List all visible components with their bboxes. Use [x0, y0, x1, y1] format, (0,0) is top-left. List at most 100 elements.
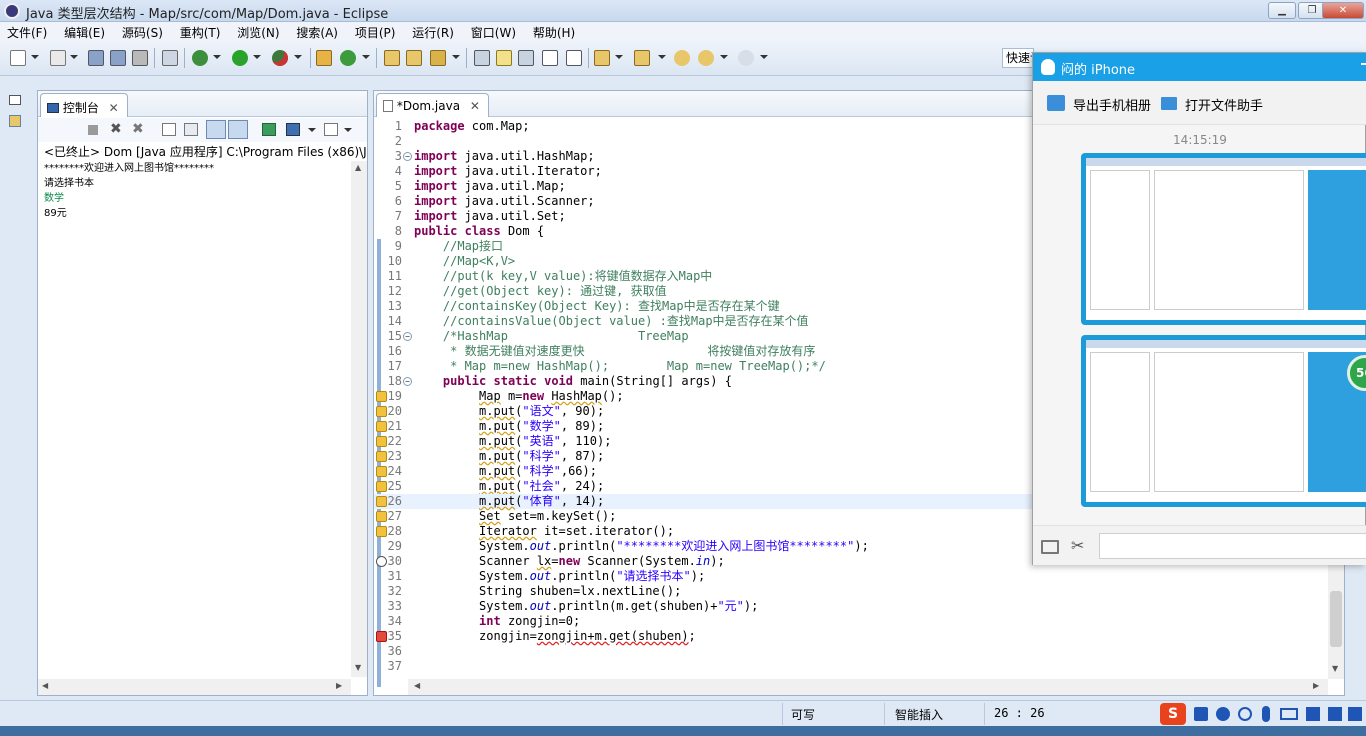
- paragraph-icon[interactable]: [566, 50, 582, 66]
- minimize-button[interactable]: ▁: [1268, 2, 1296, 19]
- restore-icon[interactable]: [9, 95, 21, 105]
- ime-keyboard-icon[interactable]: [1280, 708, 1298, 720]
- terminate-icon[interactable]: [88, 125, 98, 135]
- skip-breakpoints-icon[interactable]: [162, 50, 178, 66]
- remove-all-icon[interactable]: ✖: [132, 121, 144, 137]
- minimize-icon[interactable]: [1361, 63, 1366, 65]
- tab-console[interactable]: 控制台 ✕: [40, 93, 128, 117]
- last-edit-icon[interactable]: [674, 50, 690, 66]
- menu-window[interactable]: 窗口(W): [464, 22, 522, 41]
- open-console-icon[interactable]: [324, 123, 338, 136]
- quick-access-input[interactable]: 快速访问: [1002, 48, 1034, 68]
- console-horizontal-scrollbar[interactable]: ◀ ▶: [38, 679, 351, 695]
- scissors-icon[interactable]: ✂: [1071, 536, 1084, 555]
- scroll-thumb[interactable]: [1330, 591, 1342, 647]
- tab-dom-java[interactable]: *Dom.java ✕: [376, 93, 489, 117]
- scroll-right-icon[interactable]: ▶: [1313, 681, 1319, 690]
- scroll-right-icon[interactable]: ▶: [336, 681, 342, 690]
- pin-console-icon[interactable]: [262, 123, 276, 136]
- menu-help[interactable]: 帮助(H): [526, 22, 581, 41]
- forward-icon[interactable]: [738, 50, 754, 66]
- run-icon[interactable]: [232, 50, 248, 66]
- dropdown-arrow-icon[interactable]: [213, 55, 221, 59]
- code-line[interactable]: 37: [374, 659, 1328, 674]
- show-on-stderr-icon[interactable]: [228, 120, 248, 139]
- dropdown-arrow-icon[interactable]: [760, 55, 768, 59]
- ime-skin-icon[interactable]: [1306, 707, 1320, 721]
- open-file-assistant-button[interactable]: 打开文件助手: [1185, 95, 1263, 114]
- open-folder-icon[interactable]: [406, 50, 422, 66]
- hierarchy-icon[interactable]: [9, 115, 21, 127]
- code-line[interactable]: 34 int zongjin=0;: [374, 614, 1328, 629]
- show-whitespace-icon[interactable]: [542, 50, 558, 66]
- dropdown-arrow-icon[interactable]: [720, 55, 728, 59]
- code-line[interactable]: 32 String shuben=lx.nextLine();: [374, 584, 1328, 599]
- clear-console-icon[interactable]: [162, 123, 176, 136]
- editor-horizontal-scrollbar[interactable]: ◀ ▶: [408, 679, 1328, 695]
- fold-toggle-icon[interactable]: −: [403, 377, 412, 386]
- dropdown-arrow-icon[interactable]: [658, 55, 666, 59]
- toggle-mark-occurrences-icon[interactable]: [474, 50, 490, 66]
- code-line[interactable]: 35 zongjin=zongjin+m.get(shuben);: [374, 629, 1328, 644]
- save-icon[interactable]: [88, 50, 104, 66]
- menu-source[interactable]: 源码(S): [115, 22, 169, 41]
- code-line[interactable]: 31 System.out.println("请选择书本");: [374, 569, 1328, 584]
- dropdown-arrow-icon[interactable]: [308, 128, 316, 132]
- debug-icon[interactable]: [192, 50, 208, 66]
- dropdown-arrow-icon[interactable]: [362, 55, 370, 59]
- fold-toggle-icon[interactable]: −: [403, 152, 412, 161]
- ime-emoji-icon[interactable]: [1238, 707, 1252, 721]
- ime-chinese-mode-icon[interactable]: [1194, 707, 1208, 721]
- close-icon[interactable]: ✕: [470, 99, 480, 113]
- new-java-project-icon[interactable]: [316, 50, 332, 66]
- screenshot-message-2[interactable]: [1081, 335, 1366, 507]
- ime-menu-icon[interactable]: [1348, 707, 1362, 721]
- photo-album-icon[interactable]: [1047, 95, 1065, 111]
- search-icon[interactable]: [430, 50, 446, 66]
- ime-voice-icon[interactable]: [1262, 706, 1270, 722]
- display-console-icon[interactable]: [286, 123, 300, 136]
- dropdown-arrow-icon[interactable]: [615, 55, 623, 59]
- menu-navigate[interactable]: 浏览(N): [230, 22, 285, 41]
- menu-edit[interactable]: 编辑(E): [57, 22, 111, 41]
- open-type-icon[interactable]: [384, 50, 400, 66]
- dropdown-arrow-icon[interactable]: [294, 55, 302, 59]
- dropdown-arrow-icon[interactable]: [31, 55, 39, 59]
- screenshot-message-1[interactable]: [1081, 153, 1366, 325]
- close-button[interactable]: ✕: [1322, 2, 1364, 19]
- folder-icon[interactable]: [1161, 97, 1177, 110]
- sogou-ime-icon[interactable]: S: [1160, 703, 1186, 725]
- run-external-icon[interactable]: [272, 50, 288, 66]
- back-icon[interactable]: [698, 50, 714, 66]
- new-package-icon[interactable]: [50, 50, 66, 66]
- new-class-icon[interactable]: [340, 50, 356, 66]
- previous-annotation-icon[interactable]: [634, 50, 650, 66]
- dropdown-arrow-icon[interactable]: [70, 55, 78, 59]
- show-on-stdout-icon[interactable]: [206, 120, 226, 139]
- menu-refactor[interactable]: 重构(T): [173, 22, 227, 41]
- dropdown-arrow-icon[interactable]: [344, 128, 352, 132]
- close-icon[interactable]: ✕: [109, 101, 119, 115]
- code-line[interactable]: 33 System.out.println(m.get(shuben)+"元")…: [374, 599, 1328, 614]
- next-annotation-icon[interactable]: [594, 50, 610, 66]
- ime-punctuation-icon[interactable]: [1216, 707, 1230, 721]
- menu-search[interactable]: 搜索(A): [289, 22, 344, 41]
- scroll-down-icon[interactable]: ▼: [355, 663, 361, 672]
- ime-toolbox-icon[interactable]: [1328, 707, 1342, 721]
- scroll-left-icon[interactable]: ◀: [414, 681, 420, 690]
- scroll-up-icon[interactable]: ▲: [355, 163, 361, 172]
- scroll-left-icon[interactable]: ◀: [42, 681, 48, 690]
- console-vertical-scrollbar[interactable]: ▲ ▼: [351, 161, 367, 677]
- block-selection-icon[interactable]: [518, 50, 534, 66]
- message-input[interactable]: [1099, 533, 1366, 559]
- highlight-icon[interactable]: [496, 50, 512, 66]
- fold-toggle-icon[interactable]: −: [403, 332, 412, 341]
- menu-project[interactable]: 项目(P): [348, 22, 402, 41]
- code-line[interactable]: 36: [374, 644, 1328, 659]
- folder-icon[interactable]: [1041, 540, 1059, 554]
- menu-run[interactable]: 运行(R): [405, 22, 460, 41]
- new-icon[interactable]: [10, 50, 26, 66]
- remove-launch-icon[interactable]: ✖: [110, 121, 122, 137]
- menu-file[interactable]: 文件(F): [0, 22, 53, 41]
- save-all-icon[interactable]: [110, 50, 126, 66]
